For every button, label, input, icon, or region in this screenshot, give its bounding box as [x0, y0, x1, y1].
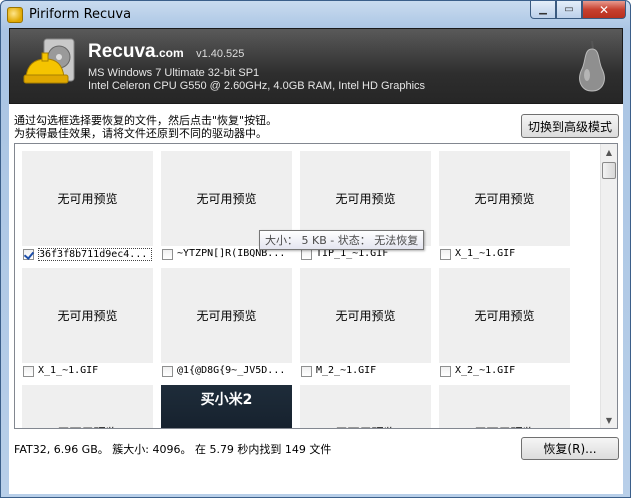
- maximize-button[interactable]: ▭: [556, 1, 582, 19]
- instruction-line-2: 为获得最佳效果，请将文件还原到不同的驱动器中。: [14, 127, 267, 140]
- file-tile-image-thumbnail[interactable]: 买小米2: [161, 385, 292, 428]
- maximize-icon: ▭: [564, 4, 574, 15]
- os-info: MS Windows 7 Ultimate 32-bit SP1: [88, 67, 260, 79]
- file-name: M_2_~1.GIF: [316, 365, 377, 376]
- file-checkbox[interactable]: [301, 249, 312, 260]
- minimize-icon: ▁: [539, 4, 547, 15]
- version-label: v1.40.525: [196, 48, 245, 60]
- file-thumbnail-grid[interactable]: 无可用预览 无可用预览 无可用预览 无可用预览 36f3f8b711d9ec4.…: [14, 143, 618, 429]
- file-tile-preview[interactable]: 无可用预览: [439, 385, 570, 428]
- brand-domain: .com: [155, 46, 184, 60]
- file-name: X_1_~1.GIF: [455, 248, 516, 259]
- caption-buttons: ▁ ▭ ✕: [530, 1, 626, 21]
- close-icon: ✕: [598, 2, 610, 17]
- file-checkbox[interactable]: [440, 366, 451, 377]
- scroll-thumb[interactable]: [602, 162, 616, 179]
- recuva-logo-icon: [23, 38, 75, 84]
- file-tile-preview[interactable]: 无可用预览: [22, 268, 153, 363]
- scan-status: FAT32, 6.96 GB。 簇大小: 4096。 在 5.79 秒内找到 1…: [14, 443, 332, 456]
- file-name: X_1_~1.GIF: [38, 365, 99, 376]
- vertical-scrollbar[interactable]: ▲ ▼: [600, 144, 617, 428]
- file-name: @1{@D8G{9~_JV5D...: [177, 365, 286, 376]
- file-name: 36f3f8b711d9ec4...: [38, 248, 152, 261]
- file-checkbox[interactable]: [162, 249, 173, 260]
- brand: Recuva.com v1.40.525: [88, 41, 244, 63]
- advanced-mode-button[interactable]: 切换到高级模式: [520, 114, 619, 138]
- file-tile-preview[interactable]: 无可用预览: [300, 385, 431, 428]
- title-bar[interactable]: Piriform Recuva ▁ ▭ ✕: [1, 1, 630, 28]
- file-tile-preview[interactable]: 无可用预览: [161, 268, 292, 363]
- file-tile-preview[interactable]: 无可用预览: [300, 268, 431, 363]
- close-button[interactable]: ✕: [582, 1, 626, 19]
- file-name: X_2_~1.GIF: [455, 365, 516, 376]
- file-tile-preview[interactable]: 无可用预览: [22, 385, 153, 428]
- recuva-app-icon: [7, 7, 23, 23]
- file-tile-preview[interactable]: 无可用预览: [439, 151, 570, 246]
- file-info-tooltip: 大小： 5 KB - 状态： 无法恢复: [259, 230, 425, 250]
- scroll-up-icon[interactable]: ▲: [601, 144, 617, 160]
- minimize-button[interactable]: ▁: [530, 1, 556, 19]
- scroll-down-icon[interactable]: ▼: [601, 412, 617, 428]
- recover-button[interactable]: 恢复(R)...: [521, 437, 619, 460]
- main-content: 通过勾选框选择要恢复的文件，然后点击"恢复"按钮。 为获得最佳效果，请将文件还原…: [9, 104, 623, 494]
- file-checkbox[interactable]: [162, 366, 173, 377]
- piriform-pear-icon: [579, 40, 605, 92]
- recuva-window: Piriform Recuva ▁ ▭ ✕ Recuva.com v1.40.5…: [0, 0, 631, 498]
- file-checkbox[interactable]: [301, 366, 312, 377]
- window-title: Piriform Recuva: [29, 7, 132, 22]
- file-tile-preview[interactable]: 无可用预览: [439, 268, 570, 363]
- file-checkbox[interactable]: [23, 366, 34, 377]
- brand-name: Recuva: [88, 41, 156, 62]
- file-checkbox[interactable]: [440, 249, 451, 260]
- file-tile-preview[interactable]: 无可用预览: [22, 151, 153, 246]
- file-checkbox[interactable]: [23, 249, 34, 260]
- hardware-info: Intel Celeron CPU G550 @ 2.60GHz, 4.0GB …: [88, 80, 426, 92]
- app-header: Recuva.com v1.40.525 MS Windows 7 Ultima…: [9, 28, 623, 104]
